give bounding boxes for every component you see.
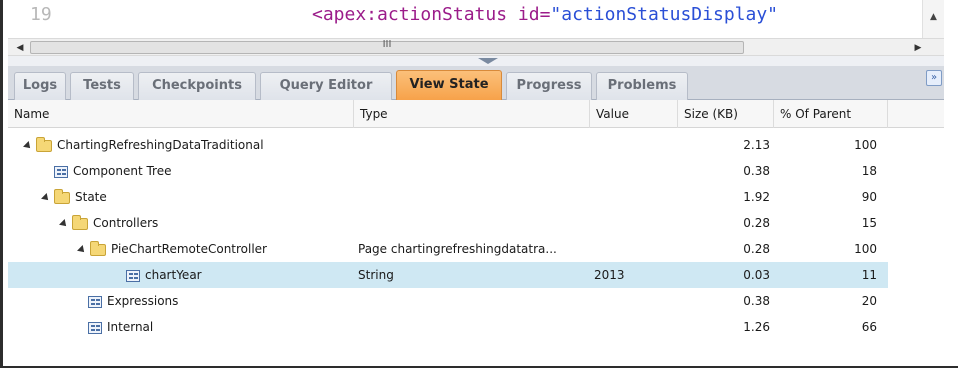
table-row[interactable]: Controllers 0.28 15: [8, 210, 944, 236]
table-header: Name Type Value Size (KB) % Of Parent: [8, 100, 944, 128]
table-row[interactable]: Internal 1.26 66: [8, 314, 944, 340]
table-row-selected[interactable]: chartYear String 2013 0.03 11: [8, 262, 888, 288]
collapse-panel-icon[interactable]: »: [926, 70, 942, 86]
expand-arrow-icon[interactable]: [41, 192, 51, 203]
size-cell: 0.38: [743, 294, 770, 308]
horizontal-scrollbar[interactable]: ◀ III ▶: [8, 38, 944, 56]
column-header-name[interactable]: Name: [8, 100, 354, 128]
row-name: State: [75, 190, 107, 204]
type-cell: Page chartingrefreshingdatatra...: [358, 242, 557, 256]
name-cell: Controllers: [59, 210, 159, 236]
node-icon: [88, 321, 102, 334]
node-icon: [88, 295, 102, 308]
size-cell: 2.13: [743, 138, 770, 152]
name-cell: PieChartRemoteController: [77, 236, 267, 262]
row-name: Component Tree: [73, 164, 172, 178]
tab-strip: Logs Tests Checkpoints Query Editor View…: [8, 66, 944, 100]
pct-cell: 20: [861, 294, 877, 308]
scrollbar-grip: III: [382, 39, 392, 50]
name-cell: Component Tree: [54, 158, 171, 184]
tab-logs[interactable]: Logs: [14, 72, 66, 100]
tab-progress[interactable]: Progress: [506, 72, 592, 100]
row-name: PieChartRemoteController: [111, 242, 267, 256]
scroll-left-arrow-icon[interactable]: ◀: [12, 41, 28, 55]
table-row[interactable]: Expressions 0.38 20: [8, 288, 944, 314]
folder-icon: [72, 214, 88, 230]
folder-icon: [90, 240, 106, 256]
pct-cell: 66: [861, 320, 877, 334]
column-header-pct-of-parent[interactable]: % Of Parent: [774, 100, 888, 128]
size-cell: 1.26: [743, 320, 770, 334]
tab-view-state[interactable]: View State: [396, 70, 502, 100]
name-cell: chartYear: [126, 262, 202, 288]
code-line: <apex:actionStatus id="actionStatusDispl…: [312, 4, 778, 25]
table-row[interactable]: Component Tree 0.38 18: [8, 158, 944, 184]
node-icon: [126, 269, 140, 282]
pct-cell: 11: [861, 268, 877, 282]
name-cell: ChartingRefreshingDataTraditional: [23, 132, 264, 158]
folder-icon: [36, 136, 52, 152]
scrollbar-thumb[interactable]: III: [30, 39, 744, 54]
size-cell: 0.28: [743, 216, 770, 230]
line-number: 19: [30, 4, 52, 25]
expand-arrow-icon[interactable]: [23, 140, 33, 151]
column-header-size[interactable]: Size (KB): [678, 100, 774, 128]
row-name: Expressions: [107, 294, 179, 308]
pct-cell: 100: [854, 242, 877, 256]
size-cell: 1.92: [743, 190, 770, 204]
splitter-collapse-icon[interactable]: [478, 58, 498, 64]
tab-tests[interactable]: Tests: [70, 72, 134, 100]
row-name: ChartingRefreshingDataTraditional: [57, 138, 264, 152]
table-row[interactable]: State 1.92 90: [8, 184, 944, 210]
name-cell: Expressions: [88, 288, 178, 314]
name-cell: State: [41, 184, 107, 210]
tab-query-editor[interactable]: Query Editor: [260, 72, 392, 100]
value-cell: 2013: [594, 268, 625, 282]
pct-cell: 100: [854, 138, 877, 152]
row-name: Controllers: [93, 216, 159, 230]
code-attr: id=: [517, 4, 551, 25]
size-cell: 0.38: [743, 164, 770, 178]
tab-checkpoints[interactable]: Checkpoints: [138, 72, 256, 100]
node-icon: [54, 165, 68, 178]
panel-splitter[interactable]: [8, 56, 944, 66]
pct-cell: 18: [861, 164, 877, 178]
code-tag: <apex:actionStatus: [312, 4, 518, 25]
size-cell: 0.03: [743, 268, 770, 282]
table-row[interactable]: ChartingRefreshingDataTraditional 2.13 1…: [8, 132, 944, 158]
row-name: Internal: [107, 320, 154, 334]
table-row[interactable]: PieChartRemoteController Page chartingre…: [8, 236, 944, 262]
scroll-up-arrow-icon[interactable]: ▲: [922, 0, 944, 38]
pct-cell: 15: [861, 216, 877, 230]
type-cell: String: [358, 268, 394, 282]
size-cell: 0.28: [743, 242, 770, 256]
name-cell: Internal: [88, 314, 153, 340]
view-state-table: Name Type Value Size (KB) % Of Parent Ch…: [8, 100, 944, 364]
code-editor[interactable]: 19 <apex:actionStatus id="actionStatusDi…: [8, 0, 944, 38]
scroll-right-arrow-icon[interactable]: ▶: [910, 41, 926, 55]
expand-arrow-icon[interactable]: [77, 244, 87, 255]
expand-arrow-icon[interactable]: [59, 218, 69, 229]
folder-icon: [54, 188, 70, 204]
tab-problems[interactable]: Problems: [596, 72, 688, 100]
column-header-value[interactable]: Value: [590, 100, 678, 128]
row-name: chartYear: [145, 268, 202, 282]
column-header-type[interactable]: Type: [354, 100, 590, 128]
code-value: "actionStatusDisplay": [550, 4, 778, 25]
pct-cell: 90: [861, 190, 877, 204]
